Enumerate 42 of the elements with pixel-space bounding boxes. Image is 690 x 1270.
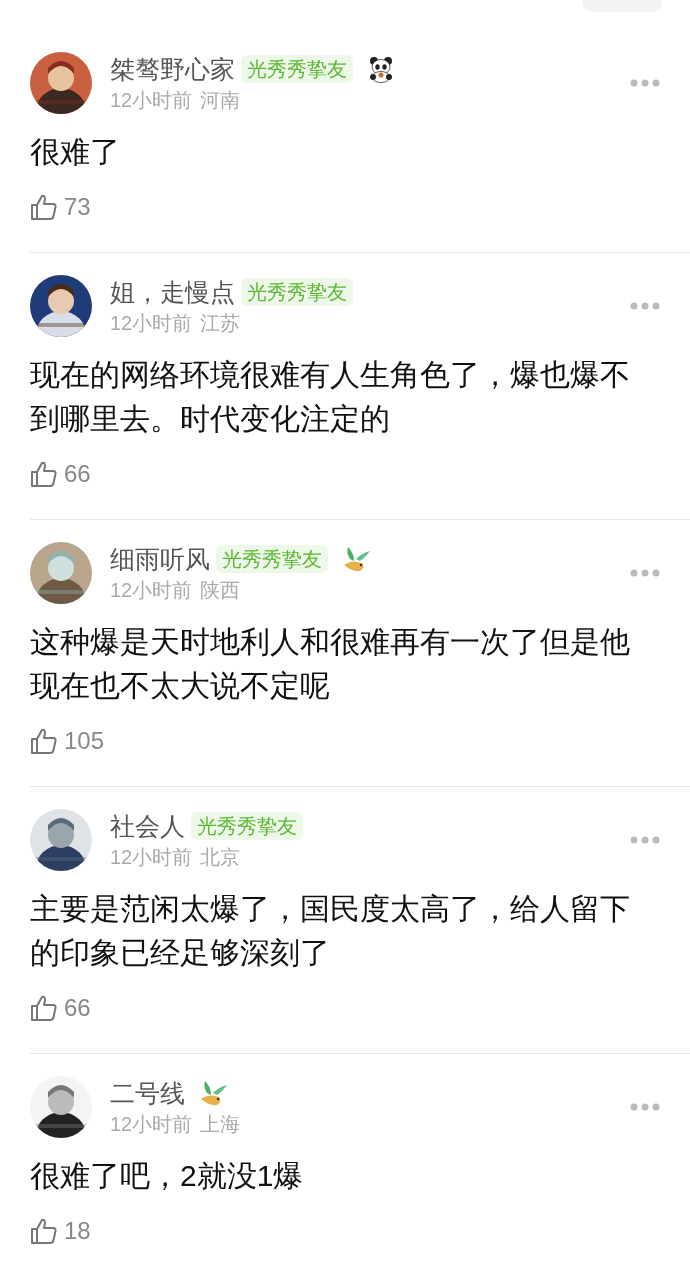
post-time: 12小时前: [110, 1114, 193, 1134]
location: 陕西: [200, 580, 241, 600]
user-name[interactable]: 细雨听风: [110, 546, 210, 572]
thumbs-up-icon[interactable]: [30, 727, 58, 755]
comment-text: 这种爆是天时地利人和很难再有一次了但是他现在也不太大说不定呢: [30, 624, 631, 704]
more-icon[interactable]: [630, 1103, 660, 1111]
fan-badge: 光秀秀挚友: [191, 812, 303, 840]
location: 上海: [200, 1114, 241, 1134]
more-icon[interactable]: [630, 569, 660, 577]
post-time: 12小时前: [110, 580, 193, 600]
user-name[interactable]: 桀骜野心家: [110, 56, 235, 82]
fan-badge: 光秀秀挚友: [241, 278, 353, 306]
thumbs-up-icon[interactable]: [30, 460, 58, 488]
comment-text: 现在的网络环境很难有人生角色了，爆也爆不到哪里去。时代变化注定的: [30, 357, 631, 437]
like-count: 66: [64, 996, 91, 1020]
comment-text: 很难了: [30, 134, 121, 170]
like-count: 73: [64, 195, 91, 219]
fan-badge: 光秀秀挚友: [216, 545, 328, 573]
comment-text: 很难了吧，2就没1爆: [30, 1158, 305, 1194]
post-time: 12小时前: [110, 90, 193, 110]
post-time: 12小时前: [110, 313, 193, 333]
thumbs-up-icon[interactable]: [30, 1217, 58, 1245]
user-name[interactable]: 社会人: [110, 813, 185, 839]
like-count: 105: [64, 729, 105, 753]
location: 北京: [200, 847, 241, 867]
fan-badge: 光秀秀挚友: [241, 55, 353, 83]
like-count: 18: [64, 1219, 91, 1243]
more-icon[interactable]: [630, 836, 660, 844]
thumbs-up-icon[interactable]: [30, 193, 58, 221]
bird-icon: [342, 545, 372, 573]
more-icon[interactable]: [630, 79, 660, 87]
comment-text: 主要是范闲太爆了，国民度太高了，给人留下的印象已经足够深刻了: [30, 891, 631, 971]
post-time: 12小时前: [110, 847, 193, 867]
user-name[interactable]: 二号线: [110, 1080, 185, 1106]
more-icon[interactable]: [630, 302, 660, 310]
panda-icon: [367, 55, 395, 83]
thumbs-up-icon[interactable]: [30, 994, 58, 1022]
bird-icon: [199, 1079, 229, 1107]
location: 河南: [200, 90, 241, 110]
like-count: 66: [64, 462, 91, 486]
user-name[interactable]: 姐，走慢点: [110, 279, 235, 305]
location: 江苏: [200, 313, 241, 333]
